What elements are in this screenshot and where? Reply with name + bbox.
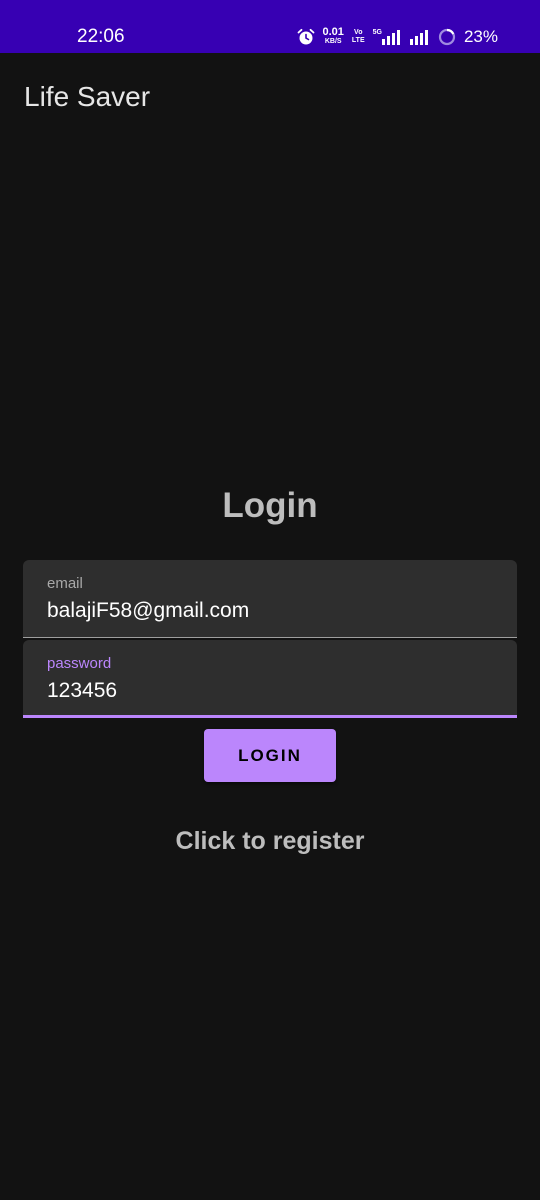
signal-icon [409, 30, 428, 45]
password-label: password [47, 655, 112, 672]
net-speed-unit: KB/S [324, 38, 342, 45]
alarm-icon [297, 28, 315, 46]
email-input[interactable]: balajiF58@gmail.com [47, 598, 249, 624]
password-input[interactable]: 123456 [47, 678, 117, 704]
battery-ring-icon [438, 28, 456, 46]
login-heading: Login [222, 486, 318, 525]
signal-5g: 5G [373, 29, 402, 45]
network-label: 5G [372, 29, 382, 36]
net-speed-indicator: 0.01 KB/S [322, 26, 344, 46]
login-button[interactable]: LOGIN [204, 729, 336, 782]
volte-top: Vo [354, 29, 363, 36]
status-bar: 22:06 0.01 KB/S Vo LTE 5G 23% [0, 0, 540, 53]
volte-indicator: Vo LTE [352, 29, 365, 45]
signal-sim2 [409, 29, 430, 45]
status-time: 22:06 [77, 26, 125, 47]
register-link[interactable]: Click to register [0, 826, 540, 856]
app-bar: Life Saver [0, 53, 540, 141]
status-icons: 0.01 KB/S Vo LTE 5G 23% [297, 24, 498, 50]
app-title: Life Saver [24, 81, 151, 112]
signal-icon [381, 30, 400, 45]
email-field[interactable]: email balajiF58@gmail.com [23, 560, 517, 638]
net-speed-value: 0.01 [322, 26, 344, 38]
email-label: email [47, 575, 83, 592]
volte-bottom: LTE [351, 37, 365, 44]
battery-percentage: 23% [463, 27, 498, 46]
password-field[interactable]: password 123456 [23, 640, 517, 718]
